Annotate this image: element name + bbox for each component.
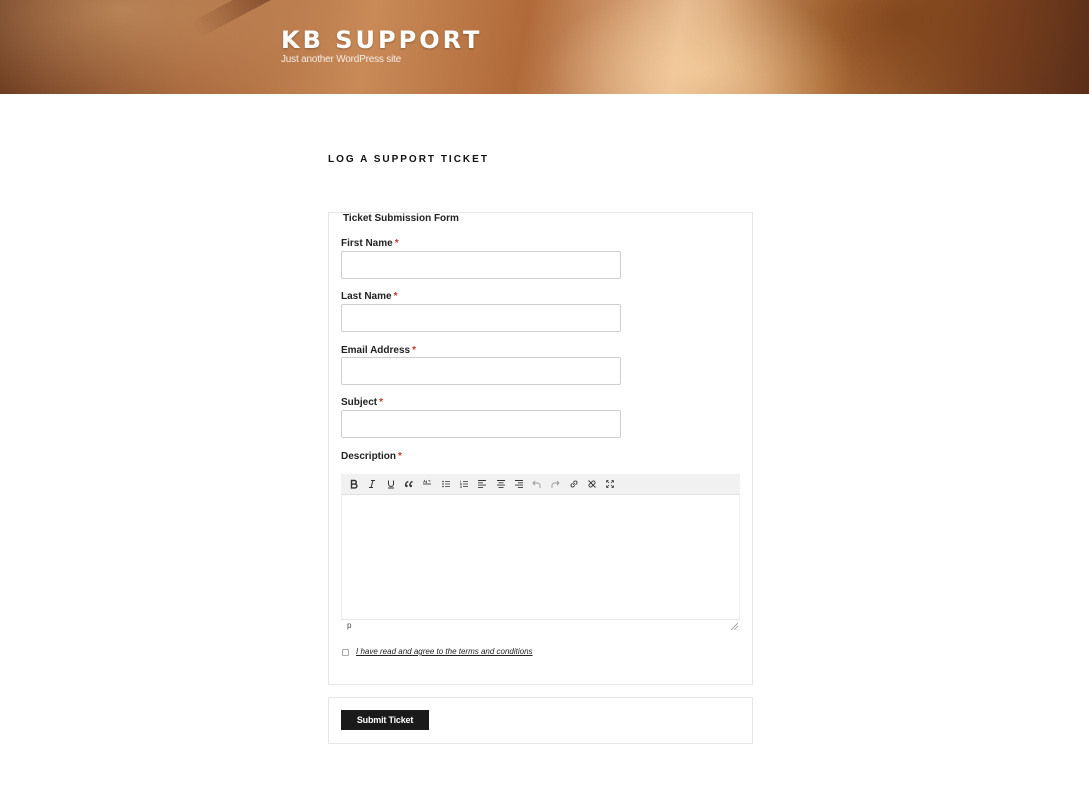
bullet-list-icon[interactable] xyxy=(436,475,454,493)
resize-handle-icon[interactable] xyxy=(731,623,738,630)
last-name-input[interactable] xyxy=(341,304,621,332)
site-description: Just another WordPress site xyxy=(281,54,402,65)
undo-icon[interactable] xyxy=(528,475,546,493)
last-name-label: Last Name * xyxy=(341,291,398,302)
required-marker: * xyxy=(394,238,399,249)
italic-icon[interactable] xyxy=(363,475,381,493)
terms-checkbox[interactable] xyxy=(342,649,349,656)
description-label: Description * xyxy=(341,451,402,462)
strikethrough-icon[interactable] xyxy=(418,475,436,493)
subject-label: Subject * xyxy=(341,397,384,408)
description-editor[interactable] xyxy=(341,495,740,619)
align-left-icon[interactable] xyxy=(473,475,491,493)
editor-toolbar xyxy=(341,474,740,495)
bold-icon[interactable] xyxy=(345,475,363,493)
required-marker: * xyxy=(393,291,398,302)
email-address-input[interactable] xyxy=(341,357,621,385)
first-name-label: First Name * xyxy=(341,238,399,249)
align-center-icon[interactable] xyxy=(491,475,509,493)
site-header: KB SUPPORT Just another WordPress site xyxy=(0,0,1089,94)
numbered-list-icon[interactable] xyxy=(455,475,473,493)
page-title: LOG A SUPPORT TICKET xyxy=(328,154,489,165)
submit-ticket-button[interactable]: Submit Ticket xyxy=(341,710,429,730)
required-marker: * xyxy=(379,397,384,408)
align-right-icon[interactable] xyxy=(510,475,528,493)
redo-icon[interactable] xyxy=(546,475,564,493)
unlink-icon[interactable] xyxy=(583,475,601,493)
terms-link[interactable]: I have read and agree to the terms and c… xyxy=(356,647,533,656)
required-marker: * xyxy=(398,451,402,462)
site-title[interactable]: KB SUPPORT xyxy=(281,26,482,54)
form-legend: Ticket Submission Form xyxy=(338,213,464,224)
editor-statusbar: p xyxy=(341,619,740,631)
underline-icon[interactable] xyxy=(382,475,400,493)
blockquote-icon[interactable] xyxy=(400,475,418,493)
link-icon[interactable] xyxy=(565,475,583,493)
first-name-input[interactable] xyxy=(341,251,621,279)
fullscreen-icon[interactable] xyxy=(601,475,619,493)
required-marker: * xyxy=(412,345,417,356)
element-path[interactable]: p xyxy=(347,621,351,630)
email-address-label: Email Address * xyxy=(341,345,417,356)
subject-input[interactable] xyxy=(341,410,621,438)
